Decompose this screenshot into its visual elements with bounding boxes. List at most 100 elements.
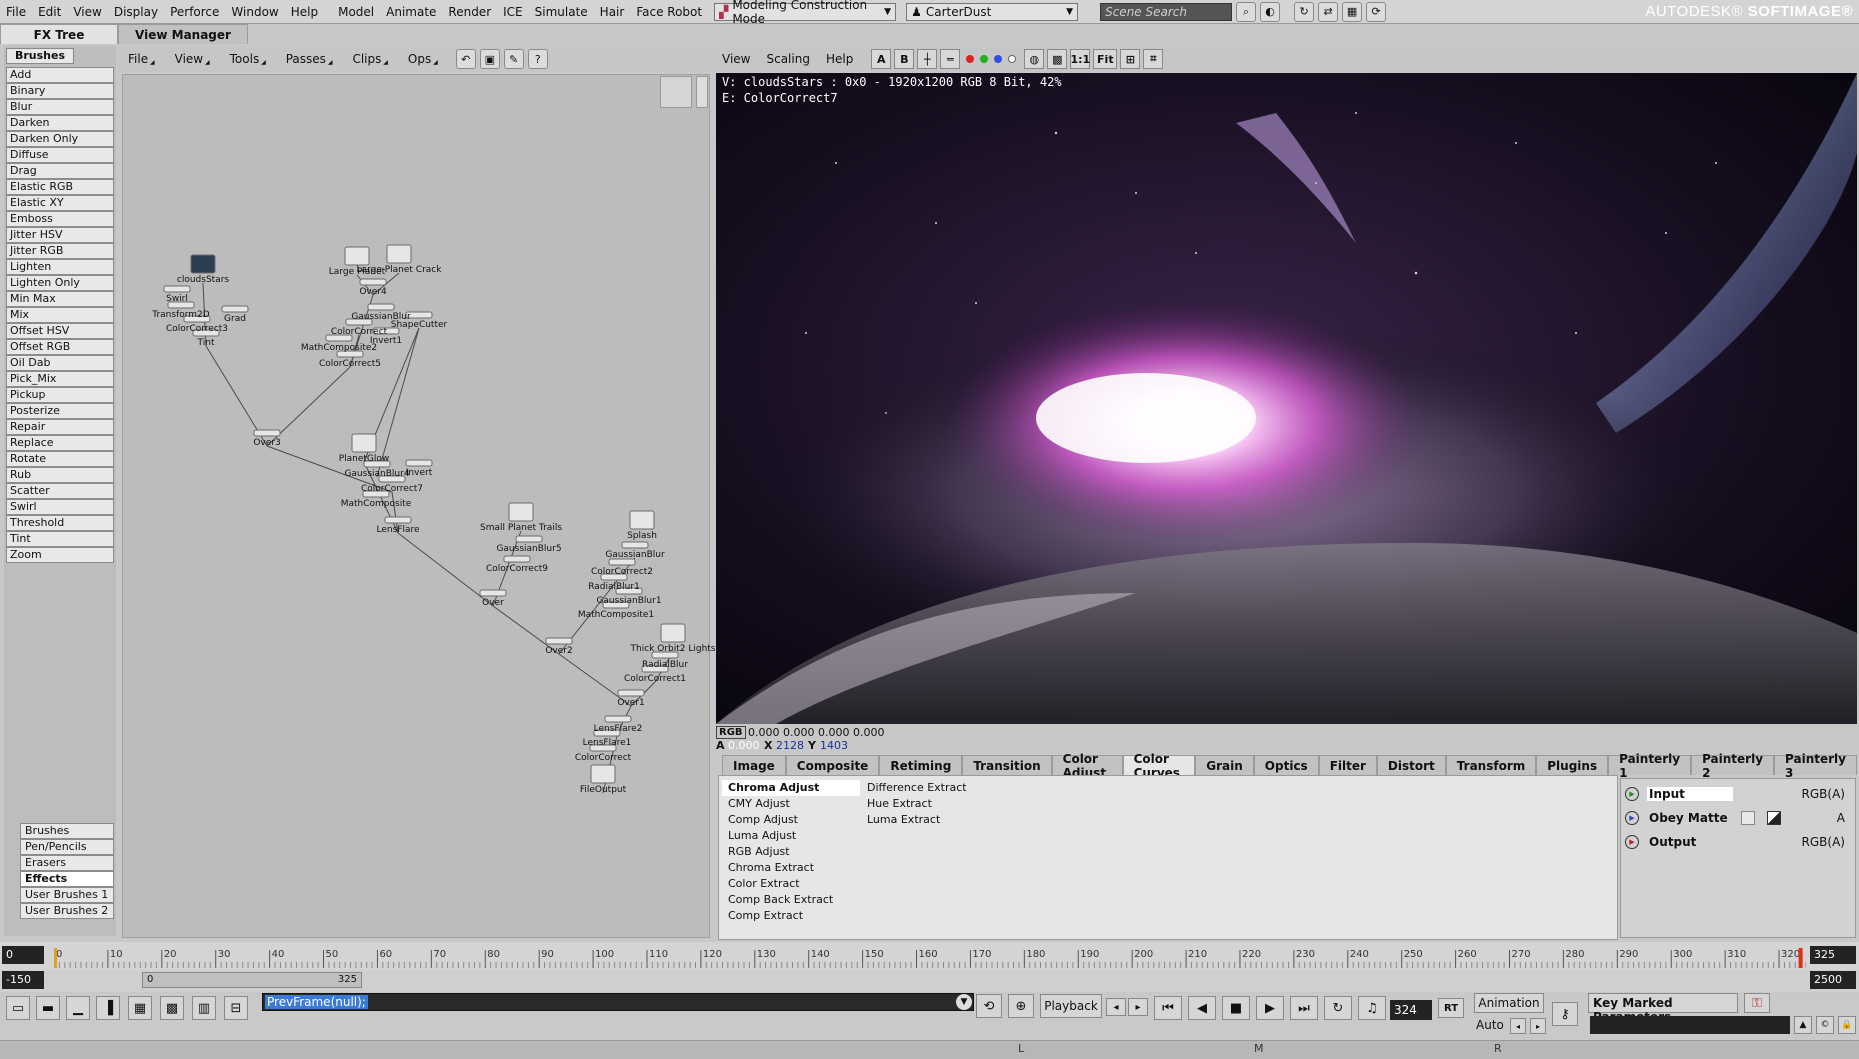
brush-item[interactable]: Zoom <box>6 547 114 563</box>
key-lock-icon[interactable]: ⚷ <box>1552 1002 1578 1026</box>
graph-node[interactable] <box>221 305 249 313</box>
graph-node-label[interactable]: ColorCorrect <box>575 753 631 763</box>
fx-list-item[interactable]: Difference Extract <box>861 780 967 796</box>
viewer-b-button[interactable]: B <box>894 49 915 69</box>
brush-item[interactable]: Rub <box>6 467 114 483</box>
split-horizontal-icon[interactable]: ═ <box>940 49 961 69</box>
layout-top-icon[interactable]: ▬ <box>36 996 60 1020</box>
fx-list-item[interactable]: Luma Adjust <box>722 828 860 844</box>
fx-list-item[interactable]: Chroma Adjust <box>722 780 860 796</box>
chevron-up-icon[interactable]: ▲ <box>1794 1016 1812 1034</box>
start-marker[interactable] <box>54 948 57 968</box>
graph-node-label[interactable]: Over2 <box>545 646 572 656</box>
graph-node-label[interactable]: ColorCorrect5 <box>319 359 381 369</box>
fx-tab[interactable]: Painterly 3 <box>1774 752 1857 780</box>
layout-grid-icon[interactable]: ▩ <box>160 996 184 1020</box>
fx-list-item[interactable]: CMY Adjust <box>722 796 860 812</box>
graph-node-label[interactable]: LensFlare1 <box>583 738 632 748</box>
keyframe-icon[interactable]: ⟲ <box>976 994 1002 1018</box>
brush-item[interactable]: Rotate <box>6 451 114 467</box>
graph-node-label[interactable]: RadialBlur1 <box>588 582 640 592</box>
audio-icon[interactable]: ♫ <box>1358 996 1386 1020</box>
chevron-down-icon[interactable]: ▼ <box>956 994 972 1010</box>
brush-item[interactable]: Blur <box>6 99 114 115</box>
port-row[interactable]: ▶ Obey Matte A <box>1625 807 1853 829</box>
graph-node-label[interactable]: Large Planet Crack <box>357 265 442 275</box>
graph-node-label[interactable]: Over3 <box>253 438 280 448</box>
blue-channel-icon[interactable] <box>994 55 1003 63</box>
graph-node[interactable] <box>386 244 412 264</box>
graph-scrollbar[interactable] <box>696 76 708 108</box>
graph-node-label[interactable]: FileOutput <box>580 785 626 795</box>
graph-node-label[interactable]: GaussianBlur1 <box>596 596 661 606</box>
graph-navigator[interactable] <box>660 76 692 108</box>
sync-icon[interactable]: ⟳ <box>1366 1 1387 22</box>
tree-menu-clips[interactable]: Clips <box>342 52 397 66</box>
graph-node[interactable] <box>508 502 534 522</box>
playhead[interactable] <box>1798 948 1803 968</box>
timeline-start-field[interactable]: 0 <box>2 946 44 964</box>
layout-side-icon[interactable]: ▐ <box>96 996 120 1020</box>
matte-invert-icon[interactable] <box>1767 811 1781 825</box>
brush-item[interactable]: Emboss <box>6 211 114 227</box>
graph-node[interactable] <box>545 637 573 645</box>
brush-item[interactable]: Darken <box>6 115 114 131</box>
brush-item[interactable]: Pickup <box>6 387 114 403</box>
fx-list-item[interactable]: Luma Extract <box>861 812 967 828</box>
menu-edit[interactable]: Edit <box>32 5 67 19</box>
graph-node[interactable] <box>359 278 387 286</box>
key-marked-parameters-field[interactable] <box>1590 1016 1790 1034</box>
snapshot-icon[interactable]: ⌗ <box>1143 49 1164 69</box>
graph-node-label[interactable]: GaussianBlur4 <box>344 469 409 479</box>
viewer-a-button[interactable]: A <box>871 49 892 69</box>
scene-dropdown[interactable]: ♟ CarterDust ▼ <box>906 2 1079 21</box>
play-forward-icon[interactable]: ▶ <box>1256 996 1284 1020</box>
brush-icon[interactable]: ✎ <box>503 49 524 69</box>
viewer-menu-view[interactable]: View <box>714 52 758 66</box>
link-icon[interactable]: ⇄ <box>1318 1 1339 22</box>
brush-item[interactable]: Binary <box>6 83 114 99</box>
prev-icon[interactable]: ◂ <box>1510 1018 1526 1034</box>
graph-node-label[interactable]: RadialBlur <box>642 660 688 670</box>
layout-quad-icon[interactable]: ▦ <box>128 996 152 1020</box>
brush-item[interactable]: Jitter RGB <box>6 243 114 259</box>
graph-node[interactable] <box>351 433 377 453</box>
menu-perforce[interactable]: Perforce <box>164 5 225 19</box>
help-icon[interactable]: ? <box>527 49 548 69</box>
menu-view[interactable]: View <box>67 5 107 19</box>
menu-model[interactable]: Model <box>332 5 380 19</box>
brush-item[interactable]: Swirl <box>6 499 114 515</box>
lock-icon[interactable]: 🔒 <box>1838 1016 1856 1034</box>
graph-node-label[interactable]: GaussianBlur <box>605 550 664 560</box>
brush-category-item[interactable]: User Brushes 1 <box>20 887 114 903</box>
image-viewer[interactable]: V: cloudsStars : 0x0 - 1920x1200 RGB 8 B… <box>716 73 1857 724</box>
script-command-line[interactable]: PrevFrame(null); <box>262 993 974 1011</box>
graph-node-label[interactable]: MathComposite <box>341 499 412 509</box>
tree-menu-view[interactable]: View <box>165 52 220 66</box>
fx-list-item[interactable]: Comp Back Extract <box>722 892 860 908</box>
graph-node-label[interactable]: MathComposite2 <box>301 343 377 353</box>
fx-tab[interactable]: Color Adjust <box>1051 752 1123 780</box>
layout-single-icon[interactable]: ▭ <box>6 996 30 1020</box>
menu-simulate[interactable]: Simulate <box>529 5 594 19</box>
menu-display[interactable]: Display <box>108 5 164 19</box>
scene-search-input[interactable]: Scene Search <box>1100 2 1233 21</box>
mode-dropdown[interactable]: ▞ Modeling Construction Mode ▼ <box>714 0 897 26</box>
layout-bottom-icon[interactable]: ▁ <box>66 996 90 1020</box>
brush-category-item[interactable]: Effects <box>20 871 114 887</box>
graph-node-label[interactable]: Over <box>482 598 504 608</box>
prev-key-icon[interactable]: ◂ <box>1106 998 1126 1016</box>
brush-item[interactable]: Add <box>6 67 114 83</box>
save-key-icon[interactable]: ⊕ <box>1008 994 1034 1018</box>
loop-icon[interactable]: ↻ <box>1324 996 1352 1020</box>
range-slider[interactable]: 0 325 <box>142 972 362 988</box>
brush-item[interactable]: Offset RGB <box>6 339 114 355</box>
graph-node[interactable] <box>660 623 686 643</box>
menu-window[interactable]: Window <box>225 5 284 19</box>
fx-list-item[interactable]: Color Extract <box>722 876 860 892</box>
fx-list-item[interactable]: Hue Extract <box>861 796 967 812</box>
crosshair-icon[interactable]: ⊞ <box>1120 49 1141 69</box>
graph-node-label[interactable]: Over4 <box>359 287 386 297</box>
split-vertical-icon[interactable]: ┼ <box>917 49 938 69</box>
graph-node-label[interactable]: ColorCorrect3 <box>166 324 228 334</box>
